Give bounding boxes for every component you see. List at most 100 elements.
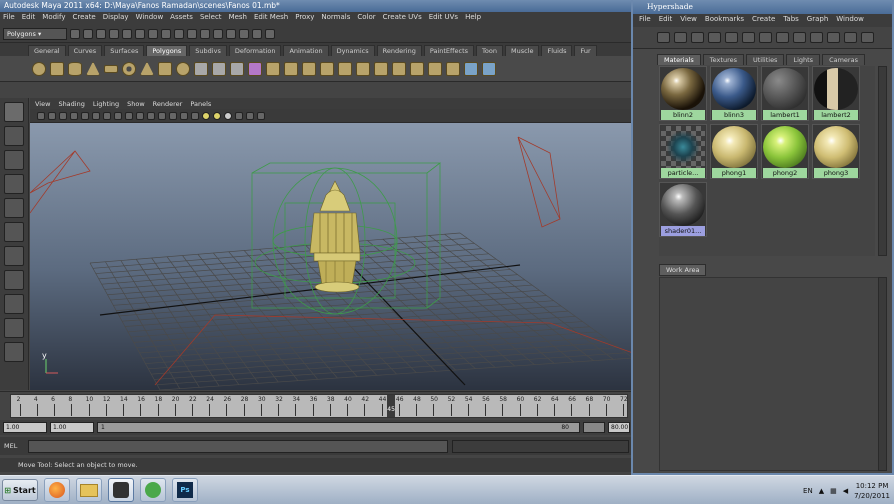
menu-window[interactable]: Window [136,13,164,24]
shelf-tab-fluids[interactable]: Fluids [541,45,573,56]
poly-torus-icon[interactable] [122,61,136,76]
offset-edge-loop-icon[interactable] [392,61,406,76]
output-connections-icon[interactable] [793,32,806,43]
menu-proxy[interactable]: Proxy [295,13,314,24]
start-button[interactable]: ⊞ Start [2,479,38,501]
select-component-icon[interactable] [135,28,145,39]
shelf-tab-dynamics[interactable]: Dynamics [330,45,375,56]
hs-tab-utilities[interactable]: Utilities [745,54,785,65]
firefox-taskbar-button[interactable] [44,478,70,502]
bookmark-icon[interactable] [59,111,67,120]
shelf-tab-surfaces[interactable]: Surfaces [104,45,145,56]
poly-cube-icon[interactable] [50,61,64,76]
hs-menu-view[interactable]: View [680,15,697,26]
language-indicator[interactable]: EN [803,487,813,495]
hs-menu-file[interactable]: File [639,15,651,26]
io-connections-icon[interactable] [776,32,789,43]
panel-menu-panels[interactable]: Panels [190,100,211,108]
material-swatch-blinn3[interactable]: blinn3 [710,66,758,121]
shelf-tab-toon[interactable]: Toon [476,45,503,56]
hs-menu-create[interactable]: Create [752,15,775,26]
menu-create-uvs[interactable]: Create UVs [383,13,422,24]
menu-create[interactable]: Create [72,13,95,24]
wireframe-on-shaded-icon[interactable] [180,111,188,120]
fanos-lantern-model[interactable] [309,180,361,293]
material-swatch-particle[interactable]: particle... [659,124,707,179]
work-area-tab[interactable]: Work Area [659,264,707,276]
safe-title-icon[interactable] [147,111,155,120]
previous-graph-icon[interactable] [827,32,840,43]
material-swatch-phong2[interactable]: phong2 [761,124,809,179]
split-polygon-icon[interactable] [356,61,370,76]
menu-file[interactable]: File [3,13,15,24]
time-slider-ruler[interactable]: 45 2 4 6 8 10 12 14 16 18 20 22 24 26 28 30 32 34 36 38 40 4… [10,394,628,418]
panel-menu-view[interactable]: View [35,100,50,108]
paint-select-tool-icon[interactable] [4,150,24,170]
history-icon[interactable] [213,28,223,39]
safe-action-icon[interactable] [136,111,144,120]
select-object-icon[interactable] [122,28,132,39]
render-settings-icon[interactable] [252,28,262,39]
poly-pipe-icon[interactable] [158,61,172,76]
volume-icon[interactable]: ◀ [843,487,848,495]
manipulator-tool-icon[interactable] [4,246,24,266]
fill-hole-icon[interactable] [446,61,460,76]
wireframe-icon[interactable] [158,111,166,120]
open-scene-icon[interactable] [83,28,93,39]
show-bottom-tabs-icon[interactable] [691,32,704,43]
film-gate-icon[interactable] [92,111,100,120]
xray-joints-icon[interactable] [257,111,265,120]
ipr-render-icon[interactable] [239,28,249,39]
work-area-canvas[interactable] [659,277,885,471]
material-swatch-shader01[interactable]: shader01... [659,182,707,237]
material-swatch-lambert2[interactable]: lambert2 [812,66,860,121]
gate-mask-icon[interactable] [114,111,122,120]
scale-tool-icon[interactable] [4,222,24,242]
shelf-tab-polygons[interactable]: Polygons [146,45,188,56]
bridge-icon[interactable] [320,61,334,76]
material-swatch-phong1[interactable]: phong1 [710,124,758,179]
show-hidden-icons-icon[interactable]: ▲ [819,487,824,495]
hypershade-icon[interactable] [265,28,275,39]
explorer-taskbar-button[interactable] [76,478,102,502]
camera-attributes-icon[interactable] [48,111,56,120]
shelf-tab-fur[interactable]: Fur [574,45,597,56]
show-top-tabs-icon[interactable] [674,32,687,43]
poly-helix-icon[interactable] [176,61,190,76]
extract-icon[interactable] [230,61,244,76]
poly-cone-icon[interactable] [86,61,100,76]
textured-icon[interactable] [191,111,199,120]
snap-grid-icon[interactable] [161,28,171,39]
snap-curve-icon[interactable] [174,28,184,39]
material-swatch-lambert1[interactable]: lambert1 [761,66,809,121]
work-area-scrollbar[interactable] [878,277,887,471]
material-swatch-blinn2[interactable]: blinn2 [659,66,707,121]
shelf-tab-painteffects[interactable]: PaintEffects [423,45,475,56]
playback-start-field[interactable]: 1.00 [50,422,94,433]
separate-icon[interactable] [212,61,226,76]
shelf-tab-curves[interactable]: Curves [67,45,103,56]
merge-icon[interactable] [428,61,442,76]
hs-tab-textures[interactable]: Textures [702,54,744,65]
menu-normals[interactable]: Normals [321,13,350,24]
material-swatch-phong3[interactable]: phong3 [812,124,860,179]
select-tool-icon[interactable] [4,102,24,122]
extrude-icon[interactable] [302,61,316,76]
image-plane-icon[interactable] [70,111,78,120]
menu-edit-uvs[interactable]: Edit UVs [429,13,458,24]
shelf-tab-general[interactable]: General [28,45,66,56]
snap-point-icon[interactable] [187,28,197,39]
panel-menu-show[interactable]: Show [127,100,145,108]
hs-menu-graph[interactable]: Graph [807,15,828,26]
rotate-tool-icon[interactable] [4,198,24,218]
shelf-tab-deformation[interactable]: Deformation [228,45,282,56]
hs-menu-bookmarks[interactable]: Bookmarks [705,15,744,26]
shelf-tab-subdivs[interactable]: Subdivs [189,45,227,56]
poly-plane-icon[interactable] [104,64,118,73]
select-hierarchy-icon[interactable] [109,28,119,39]
render-icon[interactable] [226,28,236,39]
resolution-gate-icon[interactable] [103,111,111,120]
hs-menu-window[interactable]: Window [836,15,864,26]
maya-taskbar-button[interactable] [108,478,134,502]
poly-pyramid-icon[interactable] [140,61,154,76]
